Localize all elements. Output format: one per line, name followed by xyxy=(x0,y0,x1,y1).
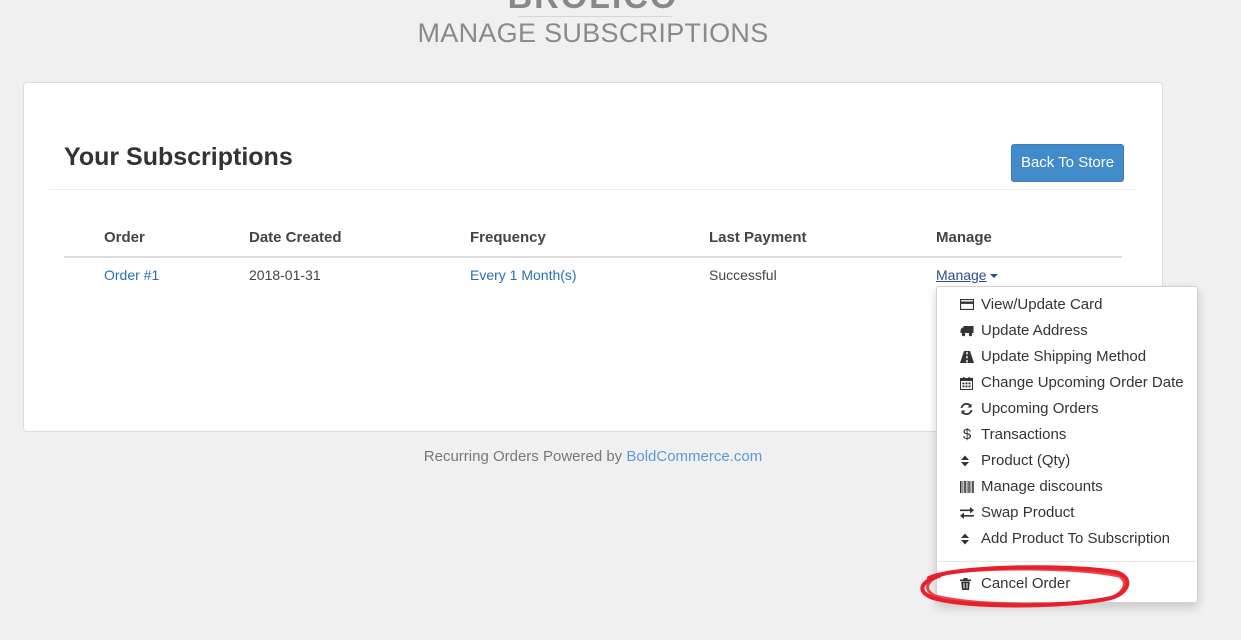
frequency-link[interactable]: Every 1 Month(s) xyxy=(470,267,577,283)
sort-icon xyxy=(959,448,975,474)
menu-item-view-update-card[interactable]: View/Update Card xyxy=(937,292,1197,318)
menu-item-label: Manage discounts xyxy=(981,478,1103,495)
menu-item-label: Update Shipping Method xyxy=(981,348,1147,365)
sort-icon xyxy=(959,526,975,552)
menu-item-label: Update Address xyxy=(981,322,1088,339)
column-header-date-created: Date Created xyxy=(249,229,342,246)
menu-item-label: Add Product To Subscription xyxy=(981,530,1171,547)
menu-item-transactions[interactable]: $ Transactions xyxy=(937,422,1197,448)
menu-item-change-upcoming-order-date[interactable]: Change Upcoming Order Date xyxy=(937,370,1197,396)
menu-item-swap-product[interactable]: Swap Product xyxy=(937,500,1197,526)
menu-item-label: Upcoming Orders xyxy=(981,400,1099,417)
refresh-icon xyxy=(959,396,975,422)
road-icon xyxy=(959,344,975,370)
menu-item-product-qty[interactable]: Product (Qty) xyxy=(937,448,1197,474)
manage-toggle-label[interactable]: Manage xyxy=(936,267,987,283)
footer-text: Recurring Orders Powered by xyxy=(423,448,623,465)
card-title: Your Subscriptions xyxy=(64,143,293,171)
store-name: BROLICO xyxy=(0,0,1186,17)
page-title: MANAGE SUBSCRIPTIONS xyxy=(417,18,769,48)
menu-item-manage-discounts[interactable]: Manage discounts xyxy=(937,474,1197,500)
menu-item-label: Change Upcoming Order Date xyxy=(981,374,1184,391)
date-created-cell: 2018-01-31 xyxy=(249,267,321,283)
calendar-icon xyxy=(959,370,975,396)
manage-dropdown-toggle[interactable]: Manage xyxy=(936,267,998,283)
order-link[interactable]: Order #1 xyxy=(104,267,159,283)
card-divider xyxy=(49,189,1137,190)
menu-item-upcoming-orders[interactable]: Upcoming Orders xyxy=(937,396,1197,422)
menu-item-update-address[interactable]: Update Address xyxy=(937,318,1197,344)
dollar-icon: $ xyxy=(962,426,972,443)
column-header-frequency: Frequency xyxy=(470,229,546,246)
back-to-store-button[interactable]: Back To Store xyxy=(1011,144,1124,182)
exchange-icon xyxy=(959,500,975,526)
column-header-order: Order xyxy=(104,229,145,246)
header-divider xyxy=(518,16,672,17)
manage-dropdown-menu: View/Update Card Update Address Update S… xyxy=(936,286,1198,603)
menu-item-label: View/Update Card xyxy=(981,296,1103,313)
menu-item-update-shipping-method[interactable]: Update Shipping Method xyxy=(937,344,1197,370)
menu-item-add-product-to-subscription[interactable]: Add Product To Subscription xyxy=(937,526,1197,552)
column-header-last-payment: Last Payment xyxy=(709,229,807,246)
column-header-manage: Manage xyxy=(936,229,992,246)
table-header-divider xyxy=(64,256,1122,258)
truck-icon xyxy=(959,318,975,344)
red-circle-annotation xyxy=(920,565,1130,608)
menu-item-label: Swap Product xyxy=(981,504,1075,521)
menu-item-label: Product (Qty) xyxy=(981,452,1071,469)
credit-card-icon xyxy=(959,292,975,318)
last-payment-cell: Successful xyxy=(709,267,777,283)
barcode-icon xyxy=(959,474,975,500)
boldcommerce-link[interactable]: BoldCommerce.com xyxy=(626,448,762,465)
menu-item-label: Transactions xyxy=(981,426,1067,443)
caret-down-icon xyxy=(989,274,998,278)
